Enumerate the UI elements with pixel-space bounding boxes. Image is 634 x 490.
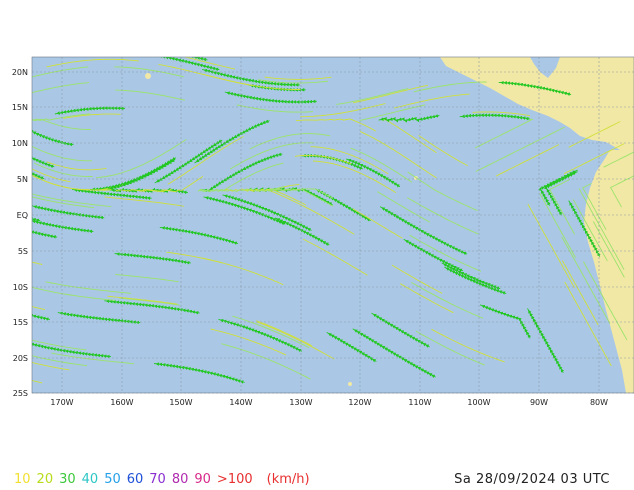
lat-label: 5S bbox=[18, 247, 28, 256]
lat-label: 10S bbox=[13, 283, 28, 292]
legend-item: 90 bbox=[194, 472, 211, 487]
lon-label: 100W bbox=[467, 398, 490, 407]
legend-item: 40 bbox=[81, 472, 99, 487]
lat-label: 25S bbox=[13, 389, 28, 398]
wind-speed-legend: 10 20 30 40 50 60 70 80 90 >100 (km/h) bbox=[14, 472, 316, 487]
lon-label: 80W bbox=[590, 398, 608, 407]
lon-label: 120W bbox=[348, 398, 371, 407]
valid-time: Sa 28/09/2024 03 UTC bbox=[454, 472, 610, 487]
island bbox=[145, 73, 151, 79]
wind-streamline-map: 20N 15N 10N 5N EQ 5S 10S 15S 20S 25S 170W 160W 150W… bbox=[12, 56, 634, 407]
legend-item: 70 bbox=[149, 472, 166, 487]
lat-label: 15S bbox=[13, 318, 28, 327]
lon-label: 140W bbox=[229, 398, 252, 407]
lat-label: 15N bbox=[12, 103, 28, 112]
legend-item: 30 bbox=[59, 472, 76, 487]
lon-label: 160W bbox=[110, 398, 133, 407]
legend-item: 10 bbox=[14, 472, 31, 487]
lon-label: 150W bbox=[169, 398, 192, 407]
longitude-labels: 170W 160W 150W 140W 130W 120W 110W 100W 90W 80W bbox=[50, 398, 608, 407]
lat-label: 20S bbox=[13, 354, 28, 363]
legend-item: >100 bbox=[216, 472, 253, 487]
lat-label: 5N bbox=[17, 175, 28, 184]
legend-item: 50 bbox=[104, 472, 121, 487]
lon-label: 130W bbox=[289, 398, 312, 407]
lat-label: EQ bbox=[17, 211, 28, 220]
lon-label: 170W bbox=[50, 398, 73, 407]
latitude-labels: 20N 15N 10N 5N EQ 5S 10S 15S 20S 25S bbox=[12, 68, 28, 398]
lat-label: 10N bbox=[12, 139, 28, 148]
legend-item: 20 bbox=[36, 472, 54, 487]
legend-item: 60 bbox=[126, 472, 144, 487]
legend-unit: (km/h) bbox=[266, 472, 310, 487]
island bbox=[348, 382, 352, 386]
lat-label: 20N bbox=[12, 68, 28, 77]
lon-label: 110W bbox=[408, 398, 431, 407]
lon-label: 90W bbox=[530, 398, 548, 407]
legend-item: 80 bbox=[171, 472, 189, 487]
